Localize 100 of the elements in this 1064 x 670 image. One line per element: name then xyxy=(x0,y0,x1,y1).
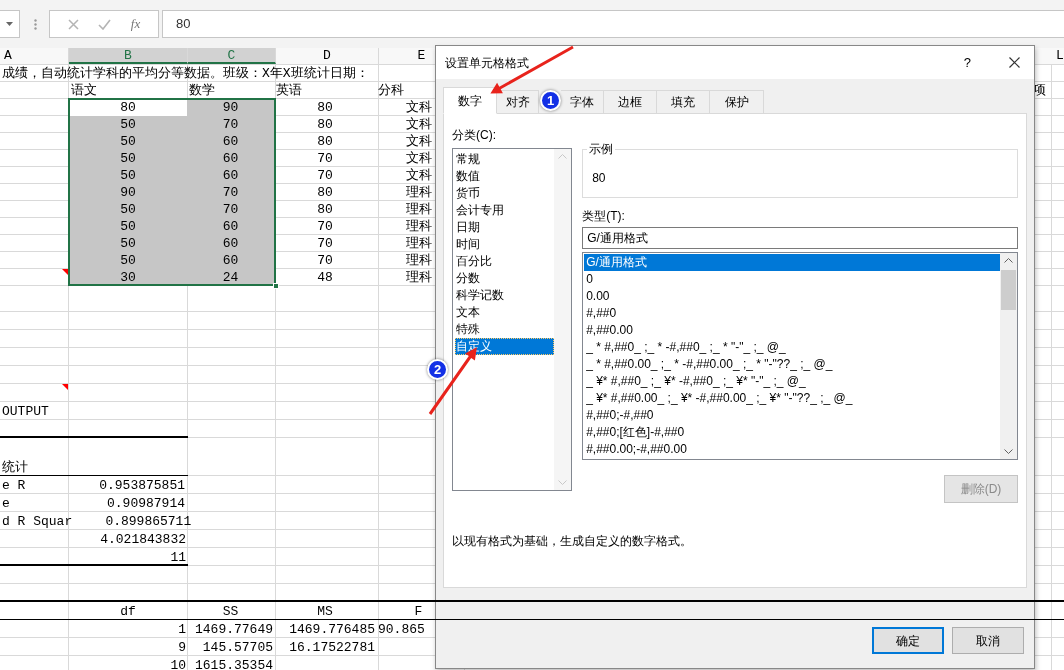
table-cell-text: 0.953875851 xyxy=(98,477,186,494)
table-cell: 50 xyxy=(69,218,187,235)
table-cell-text: 理科 xyxy=(404,235,433,252)
list-item[interactable]: _ ¥* #,##0.00_ ;_ ¥* -#,##0.00_ ;_ ¥* "-"??_ ;_ @_ xyxy=(584,390,1000,407)
sample-value: 80 xyxy=(592,170,606,187)
list-item[interactable]: _ ¥* #,##0_ ;_ ¥* -#,##0_ ;_ ¥* "-"_ ;_ @_ xyxy=(584,373,1000,390)
table-cell-text: 文科 xyxy=(404,133,433,150)
table-cell: 90 xyxy=(69,184,187,201)
list-item[interactable]: 货币 xyxy=(455,185,555,202)
table-cell-text: 70 xyxy=(316,252,334,269)
type-label: 类型(T): xyxy=(582,209,626,223)
tab[interactable]: 填充 xyxy=(657,90,710,114)
list-item[interactable]: #,##0.00;-#,##0.00 xyxy=(584,441,1000,458)
table-cell: 60 xyxy=(187,167,274,184)
table-cell-text: 80 xyxy=(316,116,334,133)
column-header[interactable]: C xyxy=(188,48,276,64)
table-cell: 50 xyxy=(69,252,187,269)
table-cell: 60 xyxy=(187,218,274,235)
more-icon[interactable] xyxy=(34,19,37,30)
table-cell: 50 xyxy=(69,133,187,150)
category-label: 分类(C): xyxy=(452,128,497,142)
table-cell: 60 xyxy=(187,150,274,167)
table-cell-text: OUTPUT xyxy=(1,403,50,420)
table-cell-text: 1469.776485 xyxy=(288,621,376,638)
format-list[interactable] xyxy=(582,252,1018,460)
table-cell-text: 文科 xyxy=(404,116,433,133)
scroll-down-icon[interactable] xyxy=(1004,449,1013,454)
table-cell-text: 理科 xyxy=(404,184,433,201)
column-header[interactable]: B xyxy=(69,48,188,64)
table-cell-text: 11 xyxy=(169,549,187,566)
table-cell-text: 1615.35354 xyxy=(194,657,274,670)
list-item[interactable]: #,##0;[红色]-#,##0 xyxy=(584,424,1000,441)
table-cell-text: e R xyxy=(1,477,27,494)
list-item[interactable]: #,##0.00 xyxy=(584,322,1000,339)
list-item[interactable]: 文本 xyxy=(455,304,555,321)
table-cell-text: 文科 xyxy=(404,167,433,184)
table-cell-text: 0.90987914 xyxy=(106,495,186,512)
table-cell: 60 xyxy=(187,235,274,252)
table-cell-text: 成绩，自动统计学科的平均分等数据。班级：X年X班统计日期： xyxy=(1,65,370,82)
table-cell-text: 70 xyxy=(316,235,334,252)
table-cell-text: 语文 xyxy=(70,82,98,99)
description-text: 以现有格式为基础，生成自定义的数字格式。 xyxy=(452,533,693,550)
list-item[interactable]: #,##0 xyxy=(584,305,1000,322)
caret-icon xyxy=(6,22,13,26)
insert-function-button[interactable]: fx xyxy=(130,14,141,34)
table-cell-text: 文科 xyxy=(404,150,433,167)
table-cell-text: 1 xyxy=(177,621,187,638)
table-cell: 60 xyxy=(187,133,274,150)
tab[interactable]: 数字 xyxy=(443,87,497,114)
list-item[interactable]: _ * #,##0.00_ ;_ * -#,##0.00_ ;_ * "-"??_ ;_ @_ xyxy=(584,356,1000,373)
table-cell-text: 分科 xyxy=(377,82,405,99)
table-cell-text: df xyxy=(119,603,137,620)
list-item[interactable]: 特殊 xyxy=(455,321,555,338)
tab[interactable]: 保护 xyxy=(710,90,764,114)
formula-input[interactable]: 80 xyxy=(162,10,1064,38)
list-item[interactable]: #,##0;-#,##0 xyxy=(584,407,1000,424)
table-cell-text: 数学 xyxy=(188,82,216,99)
tab[interactable]: 字体 xyxy=(561,90,604,114)
list-item[interactable]: 0.00 xyxy=(584,288,1000,305)
table-cell-text: 16.17522781 xyxy=(288,639,376,656)
close-icon[interactable] xyxy=(1009,57,1020,68)
table-cell-text: 48 xyxy=(316,269,334,286)
table-cell: 70 xyxy=(187,116,274,133)
scrollbar[interactable] xyxy=(1000,253,1017,459)
list-item[interactable]: 时间 xyxy=(455,236,555,253)
list-item[interactable]: 会计专用 xyxy=(455,202,555,219)
table-cell: 50 xyxy=(69,201,187,218)
table-cell-text: MS xyxy=(316,603,334,620)
dialog-button[interactable]: 确定 xyxy=(872,627,944,654)
list-item[interactable]: _ * #,##0_ ;_ * -#,##0_ ;_ * "-"_ ;_ @_ xyxy=(584,339,1000,356)
table-cell-text: 统计 xyxy=(1,459,29,476)
table-cell: 70 xyxy=(187,201,274,218)
list-item[interactable]: 数值 xyxy=(455,168,555,185)
list-item[interactable]: 百分比 xyxy=(455,253,555,270)
table-cell-text: 理科 xyxy=(404,201,433,218)
fill-handle[interactable] xyxy=(273,283,279,289)
list-item[interactable]: 日期 xyxy=(455,219,555,236)
column-header[interactable]: L xyxy=(1052,48,1064,64)
tab[interactable]: 边框 xyxy=(604,90,657,114)
name-box[interactable] xyxy=(0,10,20,38)
scroll-thumb[interactable] xyxy=(1001,270,1016,310)
list-item[interactable]: 分数 xyxy=(455,270,555,287)
table-cell-text: SS xyxy=(221,603,240,620)
table-cell-text: 4.021843832 xyxy=(99,531,187,548)
dialog-button[interactable]: 取消 xyxy=(952,627,1024,654)
list-item[interactable]: 常规 xyxy=(455,151,555,168)
table-cell-text: 70 xyxy=(316,167,334,184)
list-item[interactable]: 科学记数 xyxy=(455,287,555,304)
cancel-icon[interactable] xyxy=(67,18,79,30)
column-header[interactable]: D xyxy=(276,48,379,64)
table-cell-text: 90.865 xyxy=(377,621,426,638)
scroll-up-icon[interactable] xyxy=(1004,258,1013,263)
list-item[interactable]: 0 xyxy=(584,271,1000,288)
table-cell-text: e xyxy=(1,495,11,512)
type-input[interactable]: G/通用格式 xyxy=(582,227,1018,249)
help-button[interactable]: ? xyxy=(957,52,977,73)
check-icon[interactable] xyxy=(98,18,112,30)
table-cell-text: 英语 xyxy=(275,82,303,99)
list-item[interactable]: G/通用格式 xyxy=(584,254,1000,271)
table-cell-text: 70 xyxy=(316,218,334,235)
